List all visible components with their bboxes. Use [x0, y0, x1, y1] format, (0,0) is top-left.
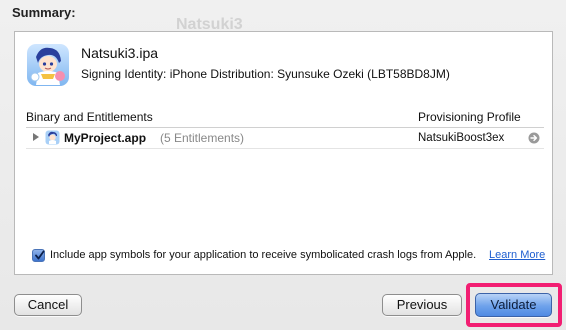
app-small-icon: [45, 130, 60, 145]
entitlements-count: (5 Entitlements): [160, 131, 245, 145]
ipa-file-name: Natsuki3.ipa: [81, 45, 159, 61]
disclosure-triangle-icon[interactable]: [33, 133, 39, 141]
column-header-binary: Binary and Entitlements: [26, 110, 153, 124]
go-arrow-icon[interactable]: [528, 132, 540, 144]
binary-name: MyProject.app: [64, 131, 147, 145]
include-symbols-checkbox[interactable]: [32, 249, 45, 262]
previous-button[interactable]: Previous: [382, 294, 462, 316]
learn-more-link[interactable]: Learn More: [489, 249, 545, 261]
signing-identity: Signing Identity: iPhone Distribution: S…: [81, 67, 450, 81]
column-header-profile: Provisioning Profile: [418, 110, 521, 124]
include-symbols-label: Include app symbols for your application…: [50, 249, 477, 261]
row-divider: [26, 148, 544, 149]
validate-sheet: Natsuki3 Summary: Natsuki3.ipa Signing I…: [0, 0, 566, 330]
table-row[interactable]: MyProject.app (5 Entitlements) NatsukiBo…: [26, 128, 544, 147]
app-character-icon: [26, 43, 70, 87]
provisioning-profile-name: NatsukiBoost3ex: [418, 132, 505, 144]
summary-panel: Natsuki3.ipa Signing Identity: iPhone Di…: [14, 31, 553, 275]
summary-heading: Summary:: [12, 5, 76, 20]
validate-button[interactable]: Validate: [475, 293, 552, 317]
include-symbols-option: Include app symbols for your application…: [32, 248, 552, 266]
cancel-button[interactable]: Cancel: [14, 294, 82, 316]
